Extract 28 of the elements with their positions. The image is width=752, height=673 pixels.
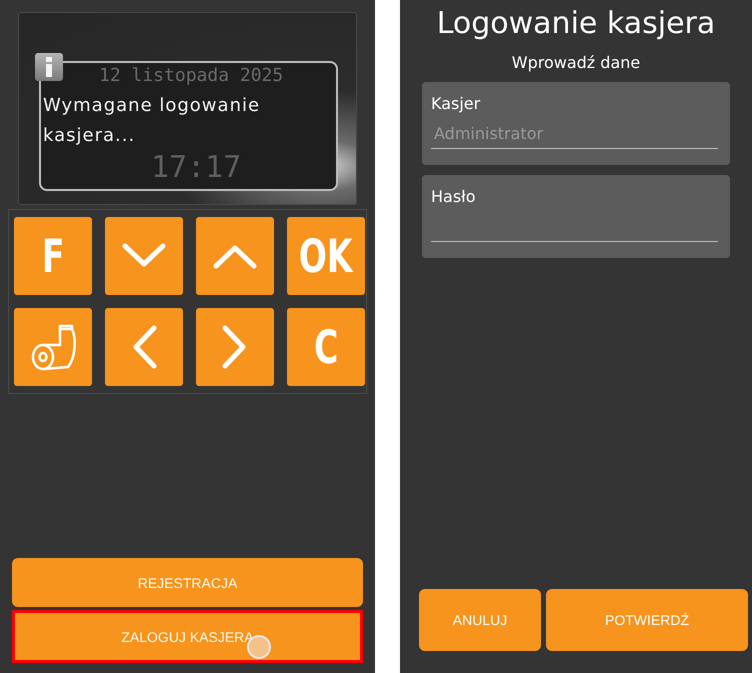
paper-roll-icon bbox=[30, 323, 76, 371]
time-text: 17:17 bbox=[151, 151, 242, 185]
key-button[interactable] bbox=[14, 308, 92, 386]
key-button[interactable] bbox=[196, 217, 274, 295]
key-button[interactable]: F bbox=[14, 217, 92, 295]
highlighted-button[interactable]: ZALOGUJ KASJERA bbox=[12, 610, 363, 663]
action-button[interactable]: POTWIERDŹ bbox=[546, 589, 748, 651]
chevron-right-icon bbox=[222, 325, 248, 369]
action-button[interactable]: ANULUJ bbox=[419, 589, 541, 651]
field-label: Hasło bbox=[431, 187, 477, 206]
input-field[interactable]: Hasło bbox=[422, 175, 730, 258]
chevron-up-icon bbox=[213, 243, 257, 269]
text-input[interactable]: Administrator bbox=[431, 121, 718, 149]
chevron-down-icon bbox=[122, 243, 166, 269]
chevron-left-icon bbox=[131, 325, 157, 369]
screen-title: Logowanie kasjera bbox=[436, 6, 716, 41]
date-text: 12 listopada 2025 bbox=[99, 65, 284, 86]
input-field[interactable]: Kasjer Administrator bbox=[422, 82, 730, 165]
message-text: Wymagane logowanie kasjera... bbox=[43, 94, 262, 148]
action-button[interactable]: REJESTRACJA bbox=[12, 558, 363, 607]
key-button[interactable]: OK bbox=[287, 217, 365, 295]
field-label: Kasjer bbox=[431, 94, 482, 113]
key-button[interactable] bbox=[105, 308, 183, 386]
screen-subtitle: Wprowadź dane bbox=[512, 53, 640, 72]
key-button[interactable]: C bbox=[287, 308, 365, 386]
info-icon bbox=[35, 53, 63, 81]
key-button[interactable] bbox=[105, 217, 183, 295]
key-button[interactable] bbox=[196, 308, 274, 386]
